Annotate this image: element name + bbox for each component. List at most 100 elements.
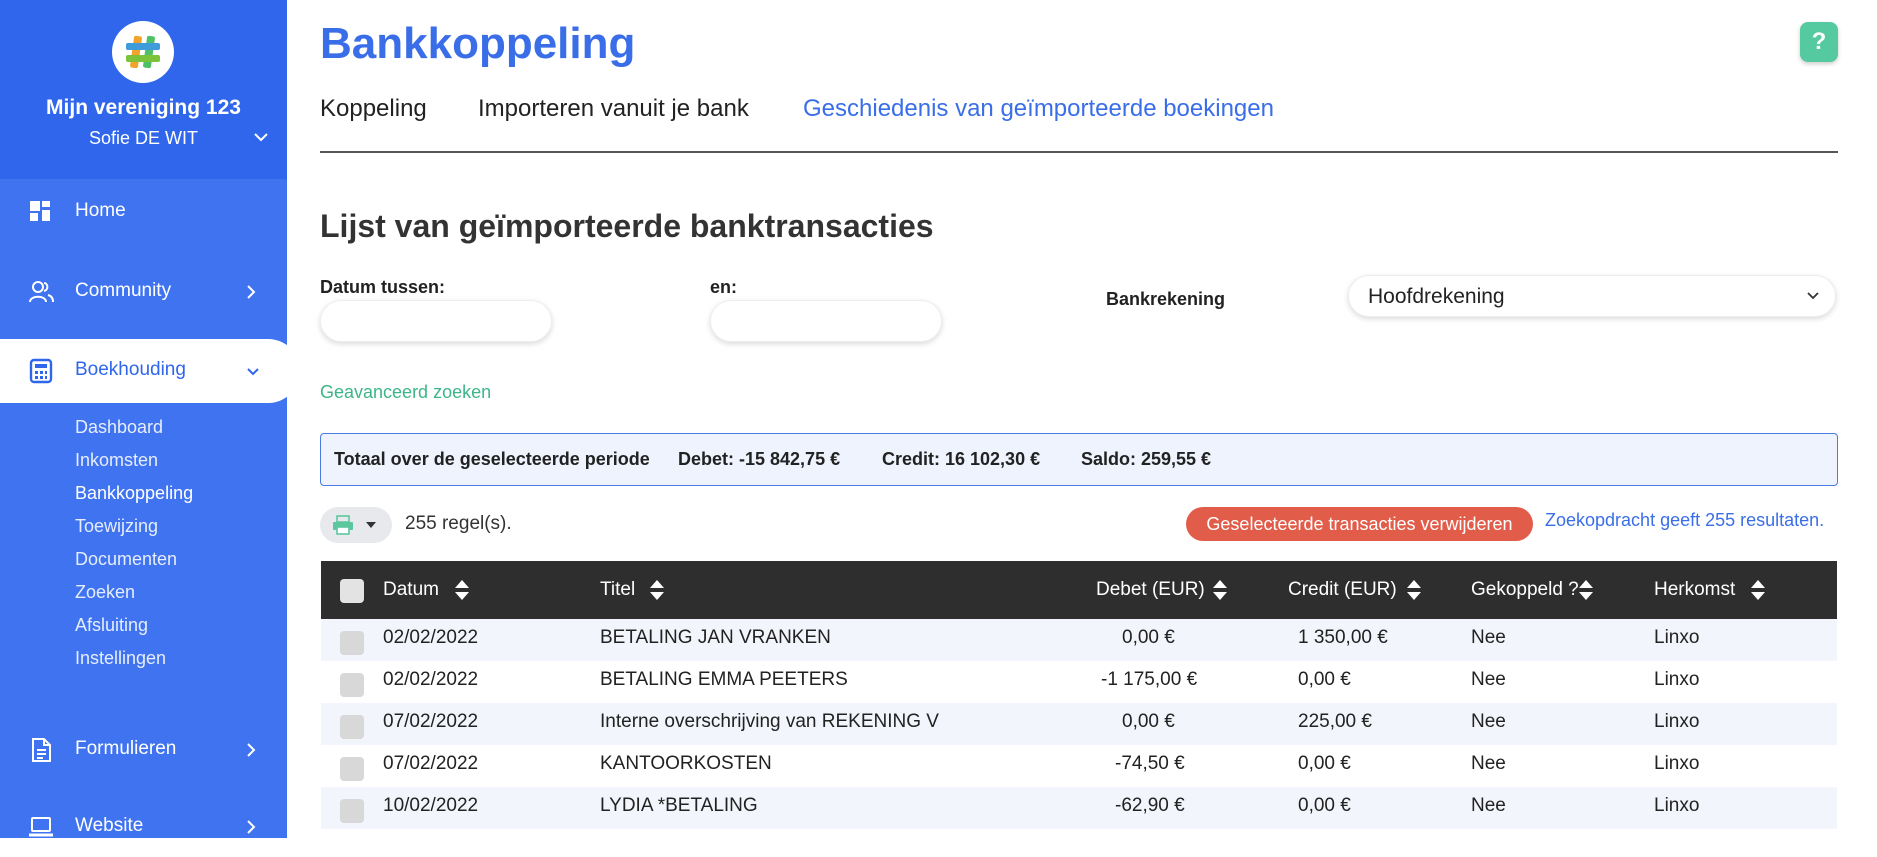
- nav-label: Home: [75, 200, 126, 221]
- chevron-right-icon: [247, 285, 256, 299]
- nav-community[interactable]: Community: [0, 260, 287, 322]
- row-checkbox[interactable]: [340, 715, 364, 739]
- sidebar-header: Mijn vereniging 123 Sofie DE WIT: [0, 0, 287, 179]
- user-name: Sofie DE WIT: [88, 128, 199, 148]
- column-header-herkomst[interactable]: Herkomst: [1654, 579, 1735, 601]
- totals-summary: Totaal over de geselecteerde periode Deb…: [320, 433, 1838, 486]
- date-to-input[interactable]: [710, 300, 942, 342]
- subnav-instellingen[interactable]: Instellingen: [75, 648, 166, 669]
- results-count: Zoekopdracht geeft 255 resultaten.: [1545, 510, 1825, 530]
- column-header-credit[interactable]: Credit (EUR): [1288, 579, 1397, 601]
- cell-credit: 225,00 €: [1298, 711, 1372, 732]
- cell-titel: KANTOORKOSTEN: [600, 753, 772, 774]
- column-header-gekoppeld[interactable]: Gekoppeld ?: [1471, 579, 1579, 601]
- organization-name: Mijn vereniging 123: [46, 96, 241, 119]
- subnav-afsluiting[interactable]: Afsluiting: [75, 615, 148, 636]
- cell-gekoppeld: Nee: [1471, 711, 1506, 732]
- nav-label: Community: [75, 280, 172, 301]
- table-row[interactable]: [321, 829, 1837, 838]
- chevron-down-icon: [247, 368, 259, 376]
- cell-gekoppeld: Nee: [1471, 795, 1506, 816]
- advanced-search-link[interactable]: Geavanceerd zoeken: [320, 382, 491, 403]
- sort-icon[interactable]: [453, 578, 471, 602]
- totals-label: Totaal over de geselecteerde periode: [334, 449, 650, 469]
- bank-account-value: Hoofdrekening: [1368, 285, 1505, 308]
- nav-website[interactable]: Website: [0, 795, 287, 857]
- subnav-dashboard[interactable]: Dashboard: [75, 417, 163, 438]
- print-export-button[interactable]: [320, 507, 392, 543]
- column-header-debet[interactable]: Debet (EUR): [1096, 579, 1205, 601]
- chevron-down-icon: [1807, 292, 1819, 300]
- subnav-bankkoppeling[interactable]: Bankkoppeling: [75, 483, 193, 504]
- subnav-documenten[interactable]: Documenten: [75, 549, 177, 570]
- table-header: Datum Titel Debet (EUR) Credit (EUR) Gek…: [321, 561, 1837, 619]
- table-row[interactable]: 10/02/2022 LYDIA *BETALING -62,90 € 0,00…: [321, 787, 1837, 829]
- row-checkbox[interactable]: [340, 673, 364, 697]
- tab-importeren[interactable]: Importeren vanuit je bank: [478, 95, 749, 123]
- bank-account-label: Bankrekening: [1106, 289, 1226, 309]
- cell-credit: 1 350,00 €: [1298, 627, 1388, 648]
- totals-debet: Debet: -15 842,75 €: [678, 449, 841, 469]
- cell-debet: -62,90 €: [1115, 795, 1185, 816]
- table-row[interactable]: 07/02/2022 Interne overschrijving van RE…: [321, 703, 1837, 745]
- bank-account-select[interactable]: Hoofdrekening: [1348, 275, 1836, 317]
- chevron-right-icon: [247, 743, 256, 757]
- date-and-label: en:: [710, 277, 737, 297]
- cell-herkomst: Linxo: [1654, 627, 1700, 648]
- subnav-inkomsten[interactable]: Inkomsten: [75, 450, 158, 471]
- printer-icon: [333, 515, 353, 535]
- caret-down-icon: [366, 522, 376, 528]
- totals-credit: Credit: 16 102,30 €: [882, 449, 1041, 469]
- table-row[interactable]: 07/02/2022 KANTOORKOSTEN -74,50 € 0,00 €…: [321, 745, 1837, 787]
- cell-datum: 02/02/2022: [383, 627, 479, 648]
- table-row[interactable]: 02/02/2022 BETALING EMMA PEETERS -1 175,…: [321, 661, 1837, 703]
- cell-credit: 0,00 €: [1298, 753, 1351, 774]
- rows-count: 255 regel(s).: [405, 513, 512, 534]
- sort-icon[interactable]: [1577, 578, 1595, 602]
- row-checkbox[interactable]: [340, 631, 364, 655]
- cell-gekoppeld: Nee: [1471, 627, 1506, 648]
- table-row[interactable]: 02/02/2022 BETALING JAN VRANKEN 0,00 € 1…: [321, 619, 1837, 661]
- column-header-datum[interactable]: Datum: [383, 579, 439, 601]
- subnav-zoeken[interactable]: Zoeken: [75, 582, 135, 603]
- tab-geschiedenis[interactable]: Geschiedenis van geïmporteerde boekingen: [803, 95, 1274, 123]
- cell-gekoppeld: Nee: [1471, 669, 1506, 690]
- date-from-input[interactable]: [320, 300, 552, 342]
- sort-icon[interactable]: [1749, 578, 1767, 602]
- select-all-checkbox[interactable]: [340, 579, 364, 603]
- tab-koppeling[interactable]: Koppeling: [320, 95, 427, 123]
- cell-gekoppeld: Nee: [1471, 753, 1506, 774]
- user-menu[interactable]: Sofie DE WIT: [0, 128, 287, 152]
- cell-herkomst: Linxo: [1654, 711, 1700, 732]
- dashboard-icon: [30, 201, 50, 221]
- transactions-table: Datum Titel Debet (EUR) Credit (EUR) Gek…: [321, 561, 1837, 838]
- nav-label: Formulieren: [75, 738, 177, 759]
- row-checkbox[interactable]: [340, 799, 364, 823]
- sort-icon[interactable]: [1211, 578, 1229, 602]
- cell-debet: 0,00 €: [1122, 627, 1175, 648]
- date-between-label: Datum tussen:: [320, 277, 446, 297]
- chevron-down-icon: [254, 133, 268, 142]
- nav-home[interactable]: Home: [0, 180, 287, 242]
- delete-selected-button[interactable]: Geselecteerde transacties verwijderen: [1186, 507, 1533, 541]
- laptop-icon: [29, 817, 53, 837]
- cell-credit: 0,00 €: [1298, 669, 1351, 690]
- sort-icon[interactable]: [1405, 578, 1423, 602]
- tab-bar: Koppeling Importeren vanuit je bank Gesc…: [320, 95, 1838, 153]
- nav-boekhouding[interactable]: Boekhouding: [0, 339, 300, 403]
- column-header-titel[interactable]: Titel: [600, 579, 635, 601]
- row-checkbox[interactable]: [340, 757, 364, 781]
- help-button[interactable]: ?: [1800, 22, 1838, 62]
- organization-logo[interactable]: [112, 21, 174, 83]
- cell-herkomst: Linxo: [1654, 753, 1700, 774]
- section-title: Lijst van geïmporteerde banktransacties: [320, 208, 934, 244]
- cell-herkomst: Linxo: [1654, 669, 1700, 690]
- subnav-toewijzing[interactable]: Toewijzing: [75, 516, 158, 537]
- nav-formulieren[interactable]: Formulieren: [0, 718, 287, 780]
- cell-datum: 07/02/2022: [383, 711, 479, 732]
- nav-label: Website: [75, 815, 144, 836]
- chevron-right-icon: [247, 820, 256, 834]
- sort-icon[interactable]: [648, 578, 666, 602]
- cell-datum: 07/02/2022: [383, 753, 479, 774]
- cell-titel: LYDIA *BETALING: [600, 795, 758, 816]
